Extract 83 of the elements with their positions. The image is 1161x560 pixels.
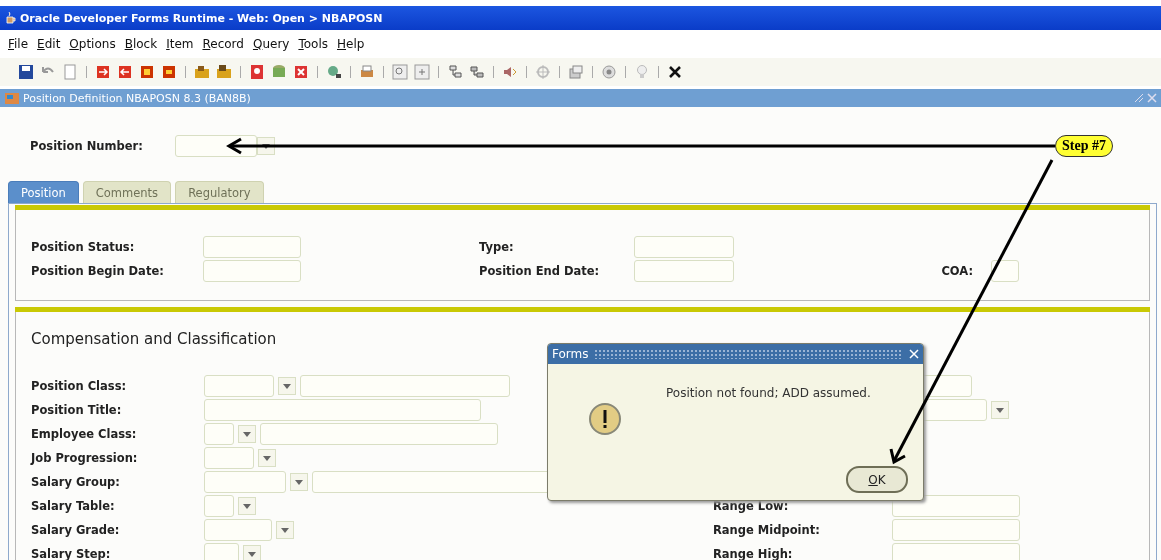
window-title: Oracle Developer Forms Runtime - Web: Open > NBAPOSN <box>20 11 383 25</box>
input-field[interactable] <box>203 236 301 258</box>
cup-icon <box>6 11 16 25</box>
caret-icon <box>295 479 303 485</box>
tree-icon[interactable] <box>447 64 463 80</box>
input-field[interactable] <box>204 375 274 397</box>
form-title: Position Definition NBAPOSN 8.3 (BAN8B) <box>23 91 252 105</box>
exit-icon[interactable] <box>667 64 683 80</box>
field-label: Range Low: <box>713 499 790 513</box>
field-label: Position Begin Date: <box>31 264 165 278</box>
input-field[interactable] <box>204 447 254 469</box>
field-label: Employee Class: <box>31 427 138 441</box>
input-field[interactable] <box>892 543 1020 560</box>
field-label: Job Progression: <box>31 451 139 465</box>
field-label: Salary Table: <box>31 499 116 513</box>
section-title: Compensation and Classification <box>31 330 278 350</box>
record-icon[interactable] <box>139 64 155 80</box>
field-label: COA: <box>941 264 974 278</box>
window-icon[interactable] <box>568 64 584 80</box>
input-field[interactable] <box>204 423 234 445</box>
field-label: Type: <box>479 240 515 254</box>
tree-icon[interactable] <box>469 64 485 80</box>
input-field[interactable] <box>204 399 481 421</box>
record-icon[interactable] <box>161 64 177 80</box>
input-field[interactable] <box>892 495 1020 517</box>
ok-button[interactable]: OK <box>846 466 908 493</box>
step-badge: Step #7 <box>1055 135 1113 157</box>
input-field[interactable] <box>204 543 239 560</box>
database-icon[interactable] <box>271 64 287 80</box>
input-field[interactable] <box>203 260 301 282</box>
field-label: Position Number: <box>30 139 144 153</box>
tab[interactable]: Comments <box>82 181 172 203</box>
menu-item[interactable]: Options <box>69 37 116 51</box>
menu-item[interactable]: Record <box>202 37 244 51</box>
input-field[interactable] <box>204 471 286 493</box>
menu-item[interactable]: Help <box>337 37 365 51</box>
warning-icon <box>588 402 624 438</box>
input-field[interactable] <box>204 519 272 541</box>
resize-icon[interactable] <box>1134 93 1144 103</box>
input-field[interactable] <box>634 260 734 282</box>
delete-icon[interactable] <box>293 64 309 80</box>
floppy-icon[interactable] <box>18 64 34 80</box>
caret-icon <box>243 503 251 509</box>
menu-item[interactable]: Query <box>252 37 290 51</box>
input-field[interactable] <box>991 260 1019 282</box>
caret-icon <box>996 407 1004 413</box>
field-label: Position Status: <box>31 240 136 254</box>
caret-icon <box>243 431 251 437</box>
menu-item[interactable]: File <box>8 37 29 51</box>
dialog-title: Forms <box>552 347 589 361</box>
form-icon <box>4 91 20 105</box>
folder-icon[interactable] <box>194 64 210 80</box>
field-label: Position End Date: <box>479 264 601 278</box>
menu-item[interactable]: Block <box>124 37 158 51</box>
tab[interactable]: Regulatory <box>175 181 264 203</box>
dialog-message: Position not found; ADD assumed. <box>666 386 871 402</box>
input-field[interactable] <box>300 375 510 397</box>
caret-icon <box>263 455 271 461</box>
field-label: Range Midpoint: <box>713 523 821 537</box>
field-label: Salary Grade: <box>31 523 121 537</box>
input-field[interactable] <box>204 495 234 517</box>
caret-icon <box>283 383 291 389</box>
caret-icon <box>248 551 256 557</box>
field-label: Position Class: <box>31 379 128 393</box>
page-icon[interactable] <box>414 64 430 80</box>
menu-item[interactable]: Item <box>166 37 194 51</box>
page-icon[interactable] <box>62 64 78 80</box>
input-field[interactable] <box>175 135 257 157</box>
field-label: Position Title: <box>31 403 123 417</box>
caret-icon <box>281 527 289 533</box>
crosshair-icon[interactable] <box>535 64 551 80</box>
input-field[interactable] <box>892 519 1020 541</box>
folder-icon[interactable] <box>216 64 232 80</box>
menu-item[interactable]: Tools <box>298 37 328 51</box>
menu-item[interactable]: Edit <box>37 37 61 51</box>
input-field[interactable] <box>634 236 734 258</box>
bulb-icon[interactable] <box>634 64 650 80</box>
field-label: Salary Step: <box>31 547 112 560</box>
field-label: Range High: <box>713 547 794 560</box>
field-label: Salary Group: <box>31 475 121 489</box>
speaker-icon[interactable] <box>502 64 518 80</box>
printer-icon[interactable] <box>359 64 375 80</box>
input-field[interactable] <box>260 423 498 445</box>
